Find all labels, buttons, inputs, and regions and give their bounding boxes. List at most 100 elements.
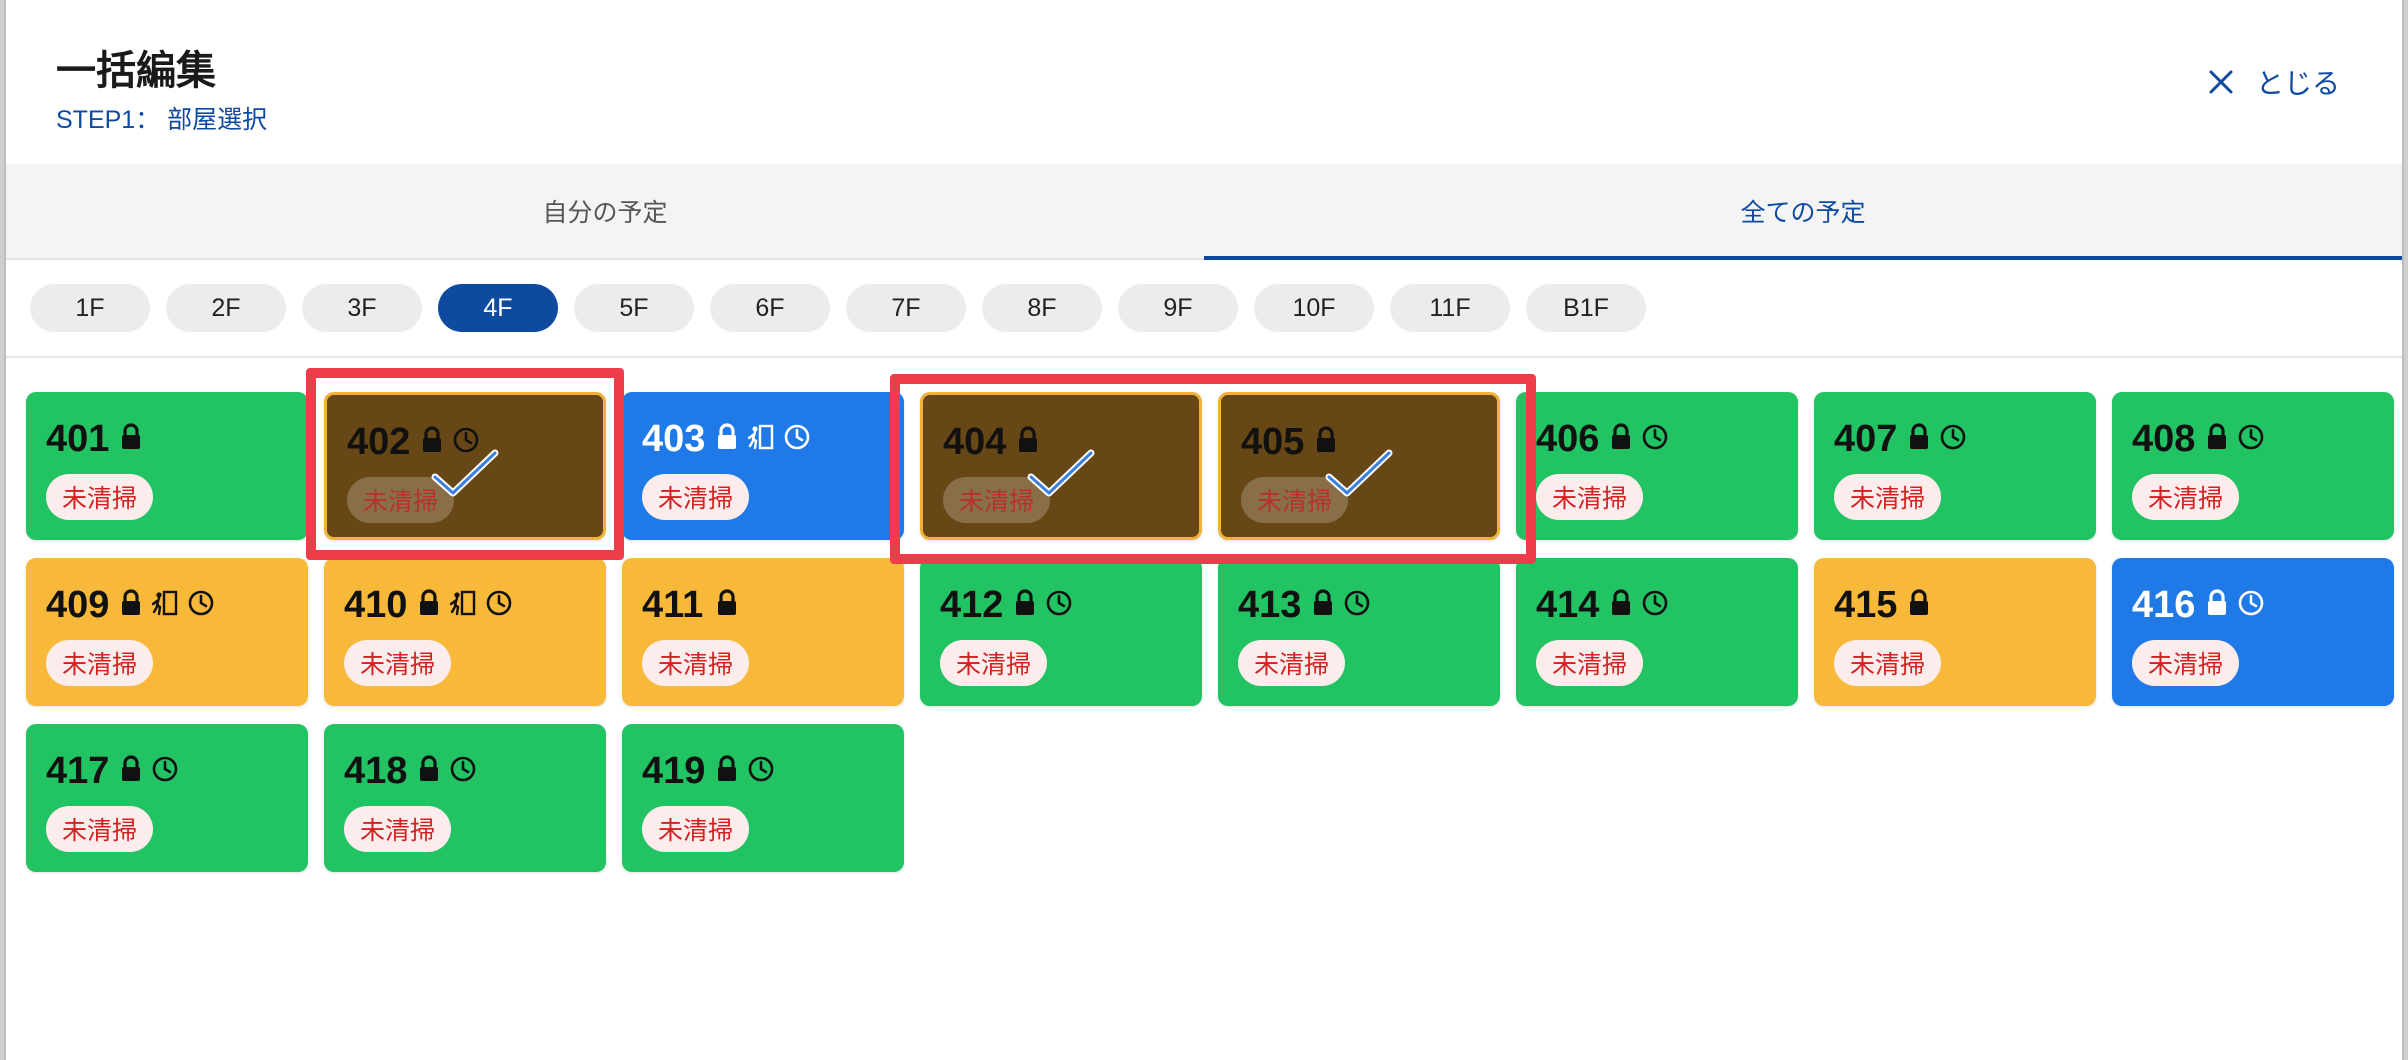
room-status-icons — [714, 422, 812, 457]
room-card-413[interactable]: 413 未清掃 — [1218, 558, 1500, 706]
close-label: とじる — [2255, 68, 2340, 99]
floor-tab-11f[interactable]: 11F — [1390, 284, 1510, 332]
floor-tab-5f[interactable]: 5F — [574, 284, 694, 332]
room-number: 403 — [642, 418, 706, 460]
lock-icon — [1310, 588, 1336, 623]
floor-tab-8f[interactable]: 8F — [982, 284, 1102, 332]
checkmark-icon — [431, 447, 501, 504]
room-card-415[interactable]: 415 未清掃 — [1814, 558, 2096, 706]
room-status-icons — [118, 588, 216, 623]
clock-icon — [782, 422, 812, 457]
tab-all-schedule[interactable]: 全ての予定 — [1204, 164, 2402, 260]
room-card-403[interactable]: 403 未清掃 — [622, 392, 904, 540]
clock-icon — [746, 754, 776, 789]
lock-icon — [714, 754, 740, 789]
room-number: 405 — [1241, 421, 1305, 463]
floor-tab-3f[interactable]: 3F — [302, 284, 422, 332]
room-card-418[interactable]: 418 未清掃 — [324, 724, 606, 872]
cleaning-status-badge: 未清掃 — [2132, 474, 2240, 520]
room-card-406[interactable]: 406 未清掃 — [1516, 392, 1798, 540]
room-card-414[interactable]: 414 未清掃 — [1516, 558, 1798, 706]
floor-tab-10f[interactable]: 10F — [1254, 284, 1374, 332]
cleaning-status-badge: 未清掃 — [1536, 474, 1644, 520]
lock-icon — [416, 588, 442, 623]
divider — [6, 356, 2402, 358]
cleaning-status-badge: 未清掃 — [642, 640, 750, 686]
room-card-416[interactable]: 416 未清掃 — [2112, 558, 2394, 706]
lock-icon — [2204, 588, 2230, 623]
room-number: 415 — [1834, 584, 1898, 626]
cleaning-status-badge: 未清掃 — [642, 474, 750, 520]
room-card-409[interactable]: 409 未清掃 — [26, 558, 308, 706]
room-number: 411 — [642, 584, 704, 626]
room-status-icons — [1012, 588, 1074, 623]
room-status-icons — [416, 588, 514, 623]
room-card-407[interactable]: 407 未清掃 — [1814, 392, 2096, 540]
cleaning-status-badge: 未清掃 — [1536, 640, 1644, 686]
checkmark-icon — [1325, 447, 1395, 504]
cleaning-status-badge: 未清掃 — [46, 640, 154, 686]
room-number: 409 — [46, 584, 110, 626]
clock-icon — [150, 754, 180, 789]
clock-icon — [2236, 588, 2266, 623]
floor-tab-b1f[interactable]: B1F — [1526, 284, 1646, 332]
modal-header: 一括編集 STEP1： 部屋選択 とじる — [6, 0, 2402, 164]
clock-icon — [2236, 422, 2266, 457]
lock-icon — [714, 422, 740, 457]
room-status-icons — [2204, 422, 2266, 457]
floor-tab-7f[interactable]: 7F — [846, 284, 966, 332]
room-status-icons — [1906, 588, 1932, 623]
cleaning-status-badge: 未清掃 — [46, 806, 154, 852]
clock-icon — [1640, 422, 1670, 457]
room-card-408[interactable]: 408 未清掃 — [2112, 392, 2394, 540]
cleaning-status-badge: 未清掃 — [1238, 640, 1346, 686]
cleaning-status-badge: 未清掃 — [46, 474, 154, 520]
close-button[interactable]: とじる — [2208, 62, 2340, 102]
checkmark-icon — [1027, 447, 1097, 504]
room-number: 412 — [940, 584, 1004, 626]
room-card-405[interactable]: 405 未清掃 — [1218, 392, 1500, 540]
room-status-icons — [1608, 422, 1670, 457]
clock-icon — [484, 588, 514, 623]
exit-icon — [448, 588, 478, 623]
cleaning-status-badge: 未清掃 — [1834, 474, 1942, 520]
page-title: 一括編集 — [56, 49, 216, 93]
clock-icon — [1342, 588, 1372, 623]
floor-tab-2f[interactable]: 2F — [166, 284, 286, 332]
room-card-417[interactable]: 417 未清掃 — [26, 724, 308, 872]
floor-tab-4f[interactable]: 4F — [438, 284, 558, 332]
room-number: 418 — [344, 750, 408, 792]
room-number: 410 — [344, 584, 408, 626]
room-status-icons — [2204, 588, 2266, 623]
room-card-411[interactable]: 411 未清掃 — [622, 558, 904, 706]
room-number: 408 — [2132, 418, 2196, 460]
lock-icon — [1906, 588, 1932, 623]
lock-icon — [1608, 588, 1634, 623]
room-card-410[interactable]: 410 未清掃 — [324, 558, 606, 706]
floor-tab-1f[interactable]: 1F — [30, 284, 150, 332]
lock-icon — [1906, 422, 1932, 457]
room-status-icons — [416, 754, 478, 789]
cleaning-status-badge: 未清掃 — [940, 640, 1048, 686]
room-number: 417 — [46, 750, 110, 792]
clock-icon — [1044, 588, 1074, 623]
tab-my-schedule[interactable]: 自分の予定 — [6, 164, 1204, 258]
lock-icon — [118, 754, 144, 789]
lock-icon — [1608, 422, 1634, 457]
floor-tab-9f[interactable]: 9F — [1118, 284, 1238, 332]
clock-icon — [448, 754, 478, 789]
room-number: 413 — [1238, 584, 1302, 626]
room-number: 416 — [2132, 584, 2196, 626]
room-status-icons — [714, 588, 740, 623]
room-status-icons — [118, 422, 144, 457]
room-number: 404 — [943, 421, 1007, 463]
room-status-icons — [1906, 422, 1968, 457]
room-status-icons — [1310, 588, 1372, 623]
room-card-401[interactable]: 401 未清掃 — [26, 392, 308, 540]
room-card-402[interactable]: 402 未清掃 — [324, 392, 606, 540]
room-card-412[interactable]: 412 未清掃 — [920, 558, 1202, 706]
exit-icon — [746, 422, 776, 457]
floor-tab-6f[interactable]: 6F — [710, 284, 830, 332]
room-card-404[interactable]: 404 未清掃 — [920, 392, 1202, 540]
room-card-419[interactable]: 419 未清掃 — [622, 724, 904, 872]
